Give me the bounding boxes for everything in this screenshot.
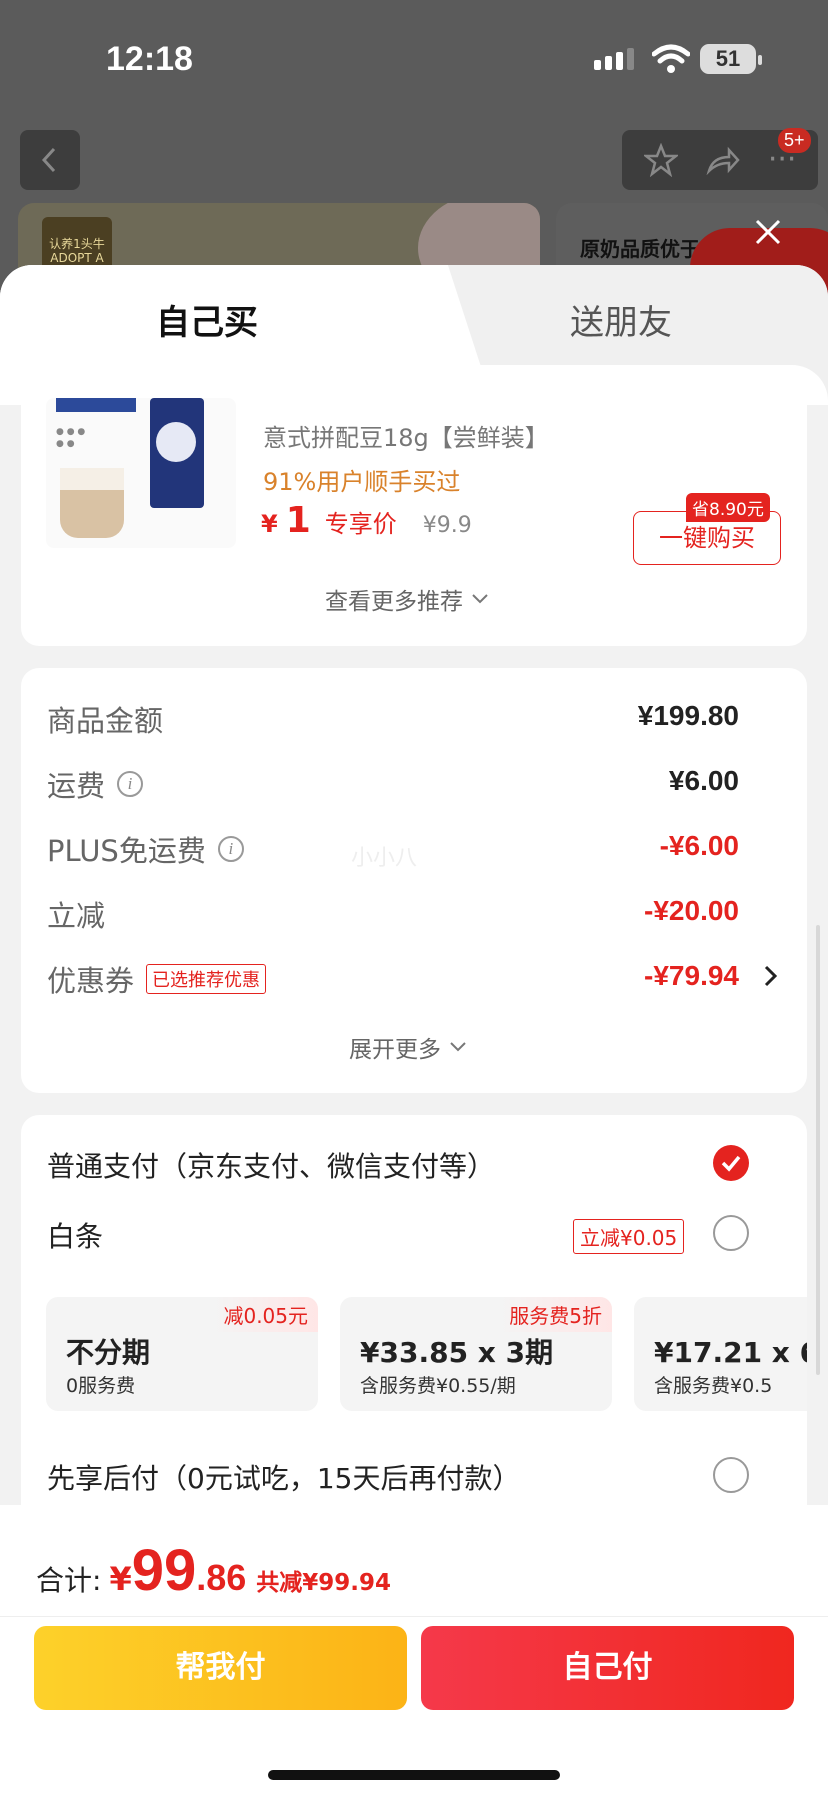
check-icon bbox=[721, 1155, 741, 1172]
scrollbar[interactable] bbox=[816, 925, 820, 1375]
price-block: ¥ 1 专享价 ¥9.9 bbox=[261, 500, 472, 541]
plan-title: ¥17.21 x 6期 bbox=[654, 1336, 807, 1369]
baitiao-radio[interactable] bbox=[713, 1215, 749, 1251]
home-indicator bbox=[268, 1770, 560, 1780]
plan-no-installment[interactable]: 减0.05元 不分期 0服务费 bbox=[46, 1297, 318, 1411]
plan-3-installments[interactable]: 服务费5折 ¥33.85 x 3期 含服务费¥0.55/期 bbox=[340, 1297, 612, 1411]
plus-free-shipping-text: PLUS免运费 bbox=[47, 834, 206, 868]
coupon-value[interactable]: -¥79.94 bbox=[644, 960, 739, 992]
chevron-right-icon[interactable] bbox=[763, 964, 779, 988]
price-summary-card: 商品金额 ¥199.80 运费 i ¥6.00 PLUS免运费 i -¥6.00 小… bbox=[21, 668, 807, 1093]
tab-gift-friend[interactable]: 送朋友 bbox=[570, 295, 672, 344]
pay-myself-button[interactable]: 自己付 bbox=[421, 1626, 794, 1710]
plan-tag: 减0.05元 bbox=[213, 1297, 318, 1332]
more-icon[interactable]: ··· bbox=[768, 145, 797, 175]
plan-title: 不分期 bbox=[66, 1336, 151, 1369]
installment-plans: 减0.05元 不分期 0服务费 服务费5折 ¥33.85 x 3期 含服务费¥0… bbox=[46, 1297, 807, 1411]
plan-subtitle: 含服务费¥0.5 bbox=[654, 1375, 773, 1397]
plan-6-installments[interactable]: ¥17.21 x 6期 含服务费¥0.5 bbox=[634, 1297, 807, 1411]
pay-later-radio[interactable] bbox=[713, 1457, 749, 1493]
expand-more-label: 展开更多 bbox=[349, 1037, 441, 1063]
save-badge: 省8.90元 bbox=[686, 493, 770, 522]
star-icon[interactable] bbox=[643, 143, 678, 177]
cellular-signal-icon bbox=[594, 48, 634, 70]
pay-later-label[interactable]: 先享后付（0元试吃，15天后再付款） bbox=[47, 1457, 520, 1497]
goods-amount-label: 商品金额 bbox=[47, 698, 163, 740]
plus-free-shipping-value: -¥6.00 bbox=[659, 830, 739, 861]
watermark: 小小八 bbox=[351, 846, 418, 871]
product-image[interactable]: ● ● ● ● ● bbox=[46, 398, 236, 548]
plan-subtitle: 含服务费¥0.55/期 bbox=[360, 1375, 516, 1397]
plan-title: ¥33.85 x 3期 bbox=[360, 1336, 554, 1369]
expand-more-link[interactable]: 展开更多 bbox=[349, 1030, 467, 1064]
coupon-row[interactable]: 优惠券 已选推荐优惠 bbox=[47, 958, 267, 1000]
more-recommendations-link[interactable]: 查看更多推荐 bbox=[325, 582, 489, 616]
special-price: 1 bbox=[285, 500, 311, 541]
goods-amount-value: ¥199.80 bbox=[637, 700, 739, 731]
promo-text: 原奶品质优于 bbox=[580, 237, 700, 261]
normal-payment-radio-checked[interactable] bbox=[713, 1145, 749, 1181]
payment-method-card: 普通支付（京东支付、微信支付等） 白条 立减¥0.05 减0.05元 不分期 0… bbox=[21, 1115, 807, 1535]
wifi-icon bbox=[652, 44, 690, 73]
normal-payment-label[interactable]: 普通支付（京东支付、微信支付等） bbox=[47, 1145, 495, 1185]
bought-rate-text: 91%用户顺手买过 bbox=[263, 468, 461, 496]
plus-free-shipping-label: PLUS免运费 i bbox=[47, 828, 244, 870]
notification-badge: 5+ bbox=[778, 128, 811, 153]
tab-self-buy[interactable]: 自己买 bbox=[156, 295, 258, 344]
total-decimal: .86 bbox=[196, 1557, 247, 1598]
coupon-text: 优惠券 bbox=[47, 964, 135, 998]
price-currency: ¥ bbox=[261, 510, 278, 538]
help-me-pay-button[interactable]: 帮我付 bbox=[34, 1626, 407, 1710]
shipping-text: 运费 bbox=[47, 769, 106, 803]
coupon-selected-tag: 已选推荐优惠 bbox=[146, 964, 267, 994]
chevron-down-icon bbox=[450, 1042, 466, 1052]
price-label: 专享价 bbox=[324, 510, 397, 538]
info-icon[interactable]: i bbox=[217, 836, 244, 862]
total-block: 合计: ¥ 99 .86 共减¥99.94 bbox=[36, 1537, 391, 1604]
share-icon[interactable] bbox=[705, 145, 741, 175]
status-time: 12:18 bbox=[106, 40, 193, 78]
plan-tag: 服务费5折 bbox=[499, 1297, 612, 1332]
shipping-label: 运费 i bbox=[47, 763, 144, 805]
baitiao-label[interactable]: 白条 bbox=[47, 1215, 103, 1255]
total-currency: ¥ bbox=[109, 1560, 132, 1598]
chevron-left-icon bbox=[41, 147, 56, 173]
baitiao-discount-tag: 立减¥0.05 bbox=[573, 1219, 685, 1254]
instant-discount-label: 立减 bbox=[47, 893, 105, 935]
total-label: 合计: bbox=[36, 1564, 102, 1597]
original-price: ¥9.9 bbox=[422, 513, 472, 538]
total-integer: 99 bbox=[131, 1538, 197, 1603]
close-icon[interactable] bbox=[752, 216, 784, 248]
instant-discount-value: -¥20.00 bbox=[644, 895, 739, 926]
footer-divider bbox=[0, 1616, 828, 1617]
product-name[interactable]: 意式拼配豆18g【尝鲜装】 bbox=[263, 418, 549, 453]
total-discount: 共减¥99.94 bbox=[256, 1570, 392, 1596]
chevron-down-icon bbox=[472, 594, 488, 604]
recommendation-card: ● ● ● ● ● 意式拼配豆18g【尝鲜装】 91%用户顺手买过 ¥ 1 专享价… bbox=[21, 398, 807, 646]
goods-amount-text: 商品金额 bbox=[47, 704, 164, 738]
back-button[interactable] bbox=[20, 130, 80, 190]
plan-subtitle: 0服务费 bbox=[66, 1375, 136, 1397]
shipping-value: ¥6.00 bbox=[668, 765, 739, 796]
more-recommendations-label: 查看更多推荐 bbox=[325, 589, 463, 615]
battery-indicator: 51 bbox=[700, 44, 762, 74]
info-icon[interactable]: i bbox=[117, 771, 144, 797]
instant-discount-text: 立减 bbox=[47, 899, 106, 933]
